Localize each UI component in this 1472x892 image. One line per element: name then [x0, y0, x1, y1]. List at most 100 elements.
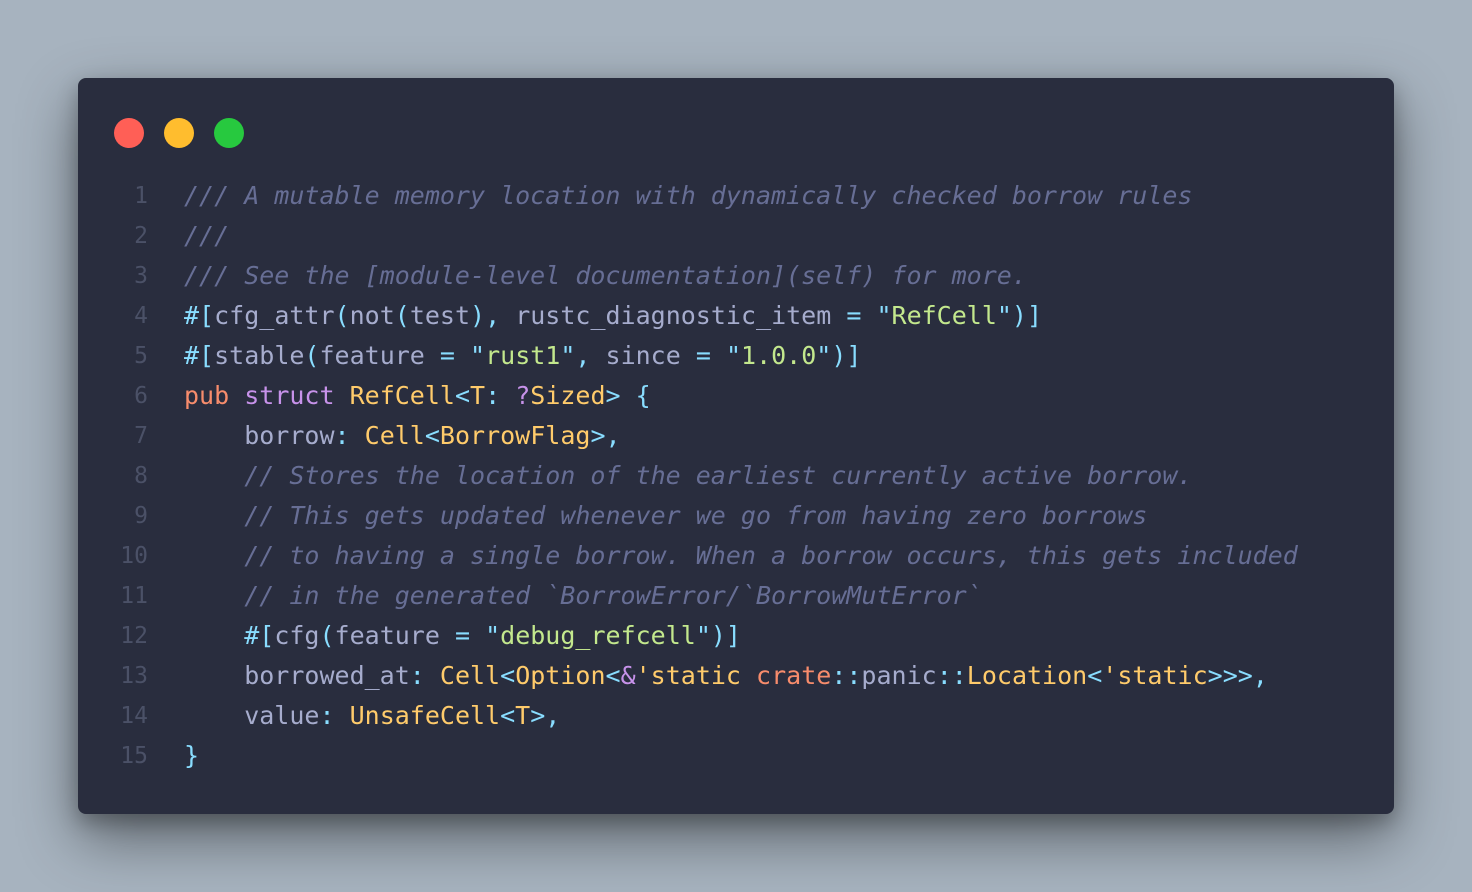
code-line: 1 /// A mutable memory location with dyna… — [78, 176, 1394, 216]
code-token: // This gets updated whenever we go from… — [244, 501, 1148, 530]
line-number: 15 — [120, 743, 148, 769]
code-line: 15} — [78, 736, 1394, 776]
code-line: 11 // in the generated `BorrowError/`Bor… — [78, 576, 1394, 616]
line-number: 7 — [134, 423, 148, 449]
maximize-dot-icon[interactable] — [214, 118, 244, 148]
code-token: ( — [319, 621, 335, 650]
code-token: : — [485, 381, 501, 410]
code-token: #[ — [184, 301, 215, 330]
code-token: : — [319, 701, 335, 730]
code-token: Cell — [439, 661, 501, 690]
code-text: /// — [184, 216, 229, 256]
code-token: < — [605, 661, 621, 690]
code-token: < — [500, 661, 516, 690]
code-text: /// See the [module-level documentation]… — [184, 256, 1027, 296]
code-token: " — [876, 301, 892, 330]
line-number: 3 — [134, 263, 148, 289]
code-token: // to having a single borrow. When a bor… — [244, 541, 1298, 570]
code-token: " — [725, 341, 742, 370]
code-token: < — [424, 421, 440, 450]
code-token: cfg_attr — [214, 301, 335, 330]
code-token: T — [515, 701, 531, 730]
code-token: >, — [530, 701, 561, 730]
code-line: 12 #[cfg(feature = "debug_refcell")] — [78, 616, 1394, 656]
code-block: 1 /// A mutable memory location with dyna… — [78, 176, 1394, 776]
code-token: Cell — [364, 421, 425, 450]
code-line: 2 /// — [78, 216, 1394, 256]
code-token: = — [846, 301, 862, 330]
line-number: 5 — [134, 343, 148, 369]
code-token: rustc_diagnostic_item — [500, 301, 847, 330]
code-text: // This gets updated whenever we go from… — [184, 496, 1147, 536]
code-token: since — [590, 341, 696, 370]
code-token: ")] — [816, 341, 862, 370]
code-text: pub struct RefCell<T: ?Sized> { — [184, 376, 651, 416]
code-text: } — [184, 736, 199, 776]
code-token: < — [1087, 661, 1103, 690]
code-line: 6 pub struct RefCell<T: ?Sized> { — [78, 376, 1394, 416]
code-token: cfg — [274, 621, 320, 650]
code-line: 10 // to having a single borrow. When a … — [78, 536, 1394, 576]
code-token: :: — [936, 661, 967, 690]
code-token: UnsafeCell — [349, 701, 501, 730]
code-token: < — [500, 701, 516, 730]
code-text: // in the generated `BorrowError/`Borrow… — [184, 576, 982, 616]
code-token: Location — [966, 661, 1088, 690]
code-token: /// A mutable memory location with dynam… — [184, 181, 1193, 210]
code-token: = — [439, 341, 455, 370]
line-number: 6 — [134, 383, 148, 409]
code-line: 3 /// See the [module-level documentation… — [78, 256, 1394, 296]
code-text: value: UnsafeCell<T>, — [184, 696, 560, 736]
code-token: RefCell — [891, 301, 997, 330]
line-number: 1 — [134, 183, 148, 209]
close-dot-icon[interactable] — [114, 118, 144, 148]
line-number: 11 — [120, 583, 148, 609]
code-text: borrowed_at: Cell<Option<&'static crate:… — [184, 656, 1268, 696]
code-token: // in the generated `BorrowError/`Borrow… — [244, 581, 982, 610]
code-token: < — [454, 381, 471, 410]
code-line: 9 // This gets updated whenever we go fr… — [78, 496, 1394, 536]
code-line: 7 borrow: Cell<BorrowFlag>, — [78, 416, 1394, 456]
code-line: 5 #[stable(feature = "rust1", since = "1.… — [78, 336, 1394, 376]
code-token: #[ — [244, 621, 275, 650]
code-window: 1 /// A mutable memory location with dyna… — [78, 78, 1394, 814]
code-text: /// A mutable memory location with dynam… — [184, 176, 1192, 216]
code-token: rust1 — [485, 341, 561, 370]
code-token: Sized — [530, 381, 606, 410]
minimize-dot-icon[interactable] — [164, 118, 194, 148]
code-token: ", — [560, 341, 591, 370]
code-token: T — [470, 381, 486, 410]
code-token: ( — [394, 301, 410, 330]
code-token: 'static — [1102, 661, 1208, 690]
line-number: 12 — [120, 623, 148, 649]
code-token: panic — [861, 661, 937, 690]
code-line: 4 #[cfg_attr(not(test), rustc_diagnostic_… — [78, 296, 1394, 336]
code-token: BorrowFlag — [439, 421, 591, 450]
code-text: #[cfg_attr(not(test), rustc_diagnostic_i… — [184, 296, 1042, 336]
code-token: borrowed_at — [184, 661, 410, 690]
code-token: >>>, — [1207, 661, 1268, 690]
code-token: ( — [304, 341, 320, 370]
code-token: RefCell — [349, 381, 455, 410]
code-text: // Stores the location of the earliest c… — [184, 456, 1192, 496]
code-token: test — [409, 301, 471, 330]
code-token: feature — [319, 341, 440, 370]
code-token: #[ — [184, 341, 215, 370]
code-token: debug_refcell — [500, 621, 696, 650]
code-token: value — [184, 701, 320, 730]
